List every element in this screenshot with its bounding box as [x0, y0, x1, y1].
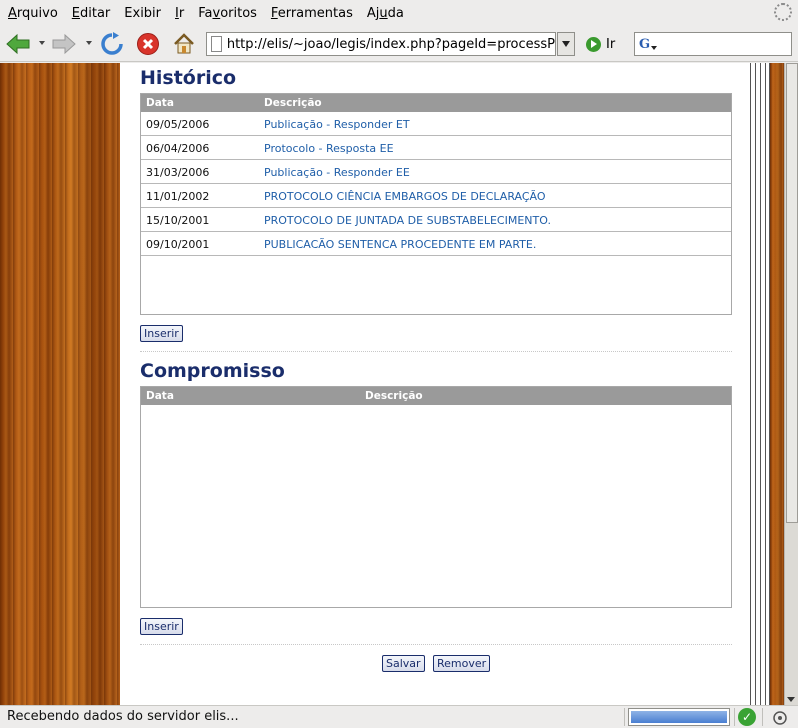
historico-row: 09/10/2001 PUBLICACÃO SENTENCA PROCEDENTE…	[141, 232, 731, 256]
search-field[interactable]: G	[634, 32, 792, 56]
menu-ajuda-mnemonic: u	[379, 5, 388, 21]
compromisso-col-data: Data	[146, 390, 174, 402]
home-icon	[174, 33, 194, 54]
chevron-down-icon	[562, 41, 570, 47]
wood-background-right	[770, 63, 784, 705]
throbber-icon	[774, 3, 792, 21]
compromisso-col-desc: Descrição	[365, 390, 423, 402]
row-link[interactable]: Protocolo - Resposta EE	[264, 142, 394, 155]
row-link[interactable]: PROTOCOLO DE JUNTADA DE SUBSTABELECIMENT…	[264, 214, 551, 227]
page-load-progress	[628, 708, 730, 726]
page: Histórico Data Descrição 09/05/2006 Publi…	[120, 63, 750, 705]
menu-editar-label: ditar	[80, 5, 111, 21]
reload-button[interactable]	[98, 30, 126, 58]
compromisso-title: Compromisso	[140, 360, 285, 382]
url-field[interactable]: http://elis/~joao/legis/index.php?pageId…	[206, 32, 556, 56]
historico-col-desc: Descrição	[264, 97, 322, 109]
go-label: Ir	[606, 36, 616, 52]
historico-col-data: Data	[146, 97, 174, 109]
navigation-toolbar: http://elis/~joao/legis/index.php?pageId…	[0, 26, 798, 62]
row-link[interactable]: Publicação - Responder ET	[264, 118, 410, 131]
historico-row: 31/03/2006 Publicação - Responder EE	[141, 160, 731, 184]
progress-fill	[631, 711, 727, 723]
content-area: Histórico Data Descrição 09/05/2006 Publi…	[0, 63, 798, 705]
menu-editar[interactable]: Editar	[68, 6, 115, 21]
menu-exibir[interactable]: Exibir	[120, 6, 165, 21]
status-bar: Recebendo dados do servidor elis... ✓	[0, 705, 798, 728]
go-icon	[586, 36, 601, 52]
compromisso-table-header: Data Descrição	[141, 387, 731, 405]
menu-ir-label: r	[178, 5, 185, 21]
menu-arquivo-label: rquivo	[16, 5, 58, 21]
page-border-stripes	[750, 63, 770, 705]
historico-row: 15/10/2001 PROTOCOLO DE JUNTADA DE SUBSTA…	[141, 208, 731, 232]
historico-title: Histórico	[140, 67, 237, 89]
menu-arquivo-mnemonic: A	[8, 5, 17, 21]
reload-icon	[101, 32, 123, 55]
stop-icon	[137, 33, 159, 55]
row-date: 15/10/2001	[146, 214, 210, 227]
back-history-dropdown[interactable]	[39, 41, 45, 45]
status-separator	[734, 708, 735, 726]
security-ok-icon: ✓	[738, 708, 756, 726]
menu-ajuda-pre: Aj	[366, 5, 380, 21]
search-engine-dropdown-icon[interactable]	[651, 46, 658, 50]
vertical-scrollbar[interactable]	[784, 63, 798, 705]
go-button[interactable]: Ir	[586, 34, 615, 54]
section-divider	[140, 644, 732, 645]
status-separator	[762, 708, 763, 726]
url-text: http://elis/~joao/legis/index.php?pageId…	[226, 36, 555, 52]
historico-table-header: Data Descrição	[141, 94, 731, 112]
status-separator	[624, 708, 625, 726]
row-date: 06/04/2006	[146, 142, 210, 155]
save-button[interactable]: Salvar	[382, 655, 425, 672]
compromisso-table: Data Descrição	[140, 386, 732, 608]
remove-button[interactable]: Remover	[433, 655, 491, 672]
scrollbar-thumb[interactable]	[786, 63, 798, 523]
forward-button[interactable]	[50, 30, 78, 58]
historico-insert-button[interactable]: Inserir	[140, 325, 183, 342]
historico-row: 11/01/2002 PROTOCOLO CIÊNCIA EMBARGOS DE …	[141, 184, 731, 208]
row-link[interactable]: PUBLICACÃO SENTENCA PROCEDENTE EM PARTE.	[264, 238, 536, 251]
wood-background-left	[0, 63, 120, 705]
home-button[interactable]	[170, 30, 198, 58]
browser-window: Arquivo Editar Exibir Ir Favoritos Ferra…	[0, 0, 798, 728]
historico-row: 06/04/2006 Protocolo - Resposta EE	[141, 136, 731, 160]
forward-arrow-icon	[52, 33, 76, 55]
search-engine-icon[interactable]: G	[639, 37, 650, 52]
scroll-down-arrow-icon[interactable]	[787, 697, 795, 702]
menu-ajuda[interactable]: Ajuda	[363, 6, 408, 21]
stop-button[interactable]	[134, 30, 162, 58]
row-date: 09/10/2001	[146, 238, 210, 251]
row-date: 09/05/2006	[146, 118, 210, 131]
menu-favoritos[interactable]: Favoritos	[194, 6, 261, 21]
historico-row: 09/05/2006 Publicação - Responder ET	[141, 112, 731, 136]
web-developer-icon[interactable]	[770, 709, 790, 727]
status-message: Recebendo dados do servidor elis...	[7, 709, 239, 724]
forward-history-dropdown[interactable]	[86, 41, 92, 45]
row-date: 31/03/2006	[146, 166, 210, 179]
row-link[interactable]: Publicação - Responder EE	[264, 166, 410, 179]
back-button[interactable]	[4, 30, 32, 58]
menu-ajuda-label: da	[387, 5, 404, 21]
menu-editar-mnemonic: E	[71, 5, 80, 21]
menu-ferramentas[interactable]: Ferramentas	[267, 6, 357, 21]
menu-ferramentas-mnemonic: F	[270, 5, 278, 21]
menu-exibir-label: Exibir	[124, 5, 162, 21]
row-date: 11/01/2002	[146, 190, 210, 203]
page-icon	[211, 36, 222, 52]
historico-table: Data Descrição 09/05/2006 Publicação - Re…	[140, 93, 732, 315]
menu-ir[interactable]: Ir	[171, 6, 188, 21]
row-link[interactable]: PROTOCOLO CIÊNCIA EMBARGOS DE DECLARAÇÃO	[264, 190, 546, 203]
url-history-dropdown[interactable]	[557, 32, 575, 56]
menu-favoritos-pre: Fa	[198, 5, 213, 21]
menu-ferramentas-label: erramentas	[277, 5, 353, 21]
menu-bar: Arquivo Editar Exibir Ir Favoritos Ferra…	[0, 0, 798, 26]
back-arrow-icon	[6, 33, 30, 55]
compromisso-insert-button[interactable]: Inserir	[140, 618, 183, 635]
menu-favoritos-label: oritos	[220, 5, 257, 21]
section-divider	[140, 351, 732, 352]
menu-arquivo[interactable]: Arquivo	[4, 6, 62, 21]
